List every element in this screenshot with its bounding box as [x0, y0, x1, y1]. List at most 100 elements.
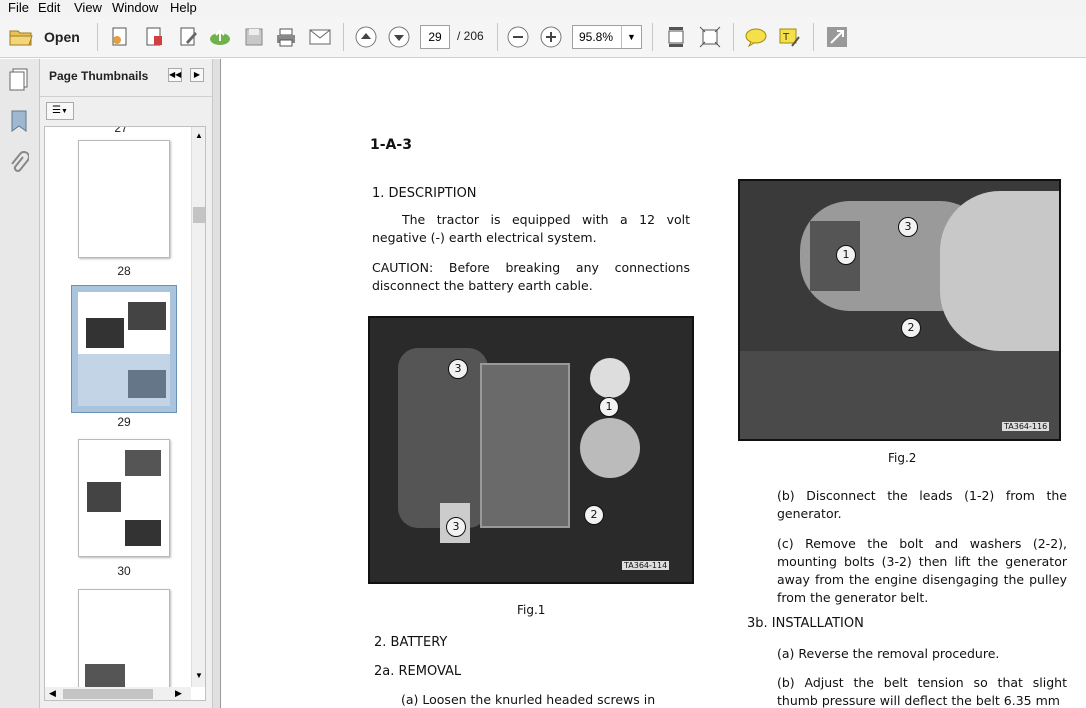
callout-3-bottom: 3	[446, 517, 466, 537]
heading-battery: 2. BATTERY	[374, 635, 448, 650]
menu-bar: File Edit View Window Help	[0, 0, 1086, 17]
chevron-down-icon: ▼	[61, 108, 68, 115]
scroll-up-icon[interactable]: ▲	[195, 131, 203, 140]
thumb-photo	[125, 450, 161, 476]
panel-splitter[interactable]	[212, 59, 220, 708]
menu-view[interactable]: View	[74, 0, 102, 15]
print-icon[interactable]	[274, 25, 298, 49]
full-screen-icon[interactable]	[825, 25, 849, 49]
install-step-a: (a) Reverse the removal procedure.	[777, 646, 1000, 661]
horizontal-scrollbar[interactable]: ◀ ▶	[45, 687, 191, 700]
open-button[interactable]: Open	[44, 29, 80, 45]
expand-right-icon[interactable]: ▶	[190, 68, 204, 82]
menu-window[interactable]: Window	[112, 0, 158, 15]
document-viewer: 1-A-3 1. DESCRIPTION The tractor is equi…	[220, 59, 1086, 708]
figure-1-photo: 3 1 3 2 TA364-114	[368, 316, 694, 584]
paragraph-removal: (a) Loosen the knurled headed screws in	[401, 692, 656, 707]
figure-1-tag: TA364-114	[622, 561, 670, 570]
thumb-photo	[87, 482, 121, 512]
thumbnail-page-31[interactable]	[78, 589, 170, 689]
paragraph-description: The tractor is equipped with a 12 volt n…	[372, 212, 690, 245]
scroll-down-icon[interactable]: ▼	[195, 671, 203, 680]
upload-cloud-icon[interactable]	[208, 25, 232, 49]
thumbnail-page-30[interactable]	[78, 439, 170, 557]
svg-text:T: T	[782, 32, 790, 43]
menu-edit[interactable]: Edit	[38, 0, 60, 15]
combine-files-icon[interactable]	[142, 25, 166, 49]
page-total: / 206	[457, 29, 484, 43]
page-number-input[interactable]: 29	[420, 25, 450, 49]
thumbnail-page-28[interactable]	[78, 140, 170, 258]
heading-description: 1. DESCRIPTION	[372, 186, 477, 201]
photo-region	[940, 191, 1059, 351]
heading-removal: 2a. REMOVAL	[374, 664, 462, 679]
thumbnail-page-29-selected[interactable]	[71, 285, 177, 413]
figure-2-photo: 3 1 2 TA364-116	[738, 179, 1061, 441]
left-rail	[0, 59, 40, 708]
open-folder-icon[interactable]	[9, 25, 33, 49]
callout-1-fig2: 1	[836, 245, 856, 265]
create-pdf-icon[interactable]	[108, 25, 132, 49]
highlight-icon[interactable]: T	[777, 25, 801, 49]
save-icon[interactable]	[242, 25, 266, 49]
page-thumbnails-icon[interactable]	[8, 67, 30, 96]
scrollbar-thumb[interactable]	[193, 207, 205, 223]
zoom-out-icon[interactable]	[506, 25, 530, 49]
scroll-right-icon[interactable]: ▶	[175, 688, 182, 699]
thumb-photo	[86, 318, 124, 348]
thumbnail-list: 27 28 29 30 ▲ ▼ ◀ ▶	[44, 126, 206, 701]
photo-region	[480, 363, 570, 528]
zoom-value: 95.8%	[579, 30, 614, 44]
callout-2: 2	[584, 505, 604, 525]
bookmark-icon[interactable]	[9, 109, 29, 138]
fit-page-icon[interactable]	[698, 25, 722, 49]
menu-help[interactable]: Help	[170, 0, 197, 15]
thumbnail-label-30: 30	[117, 564, 131, 578]
thumbnails-panel: Page Thumbnails ◀◀ ▶ ☰▼ 27 28 29 30 ▲ ▼ …	[40, 59, 212, 708]
figure-1-caption: Fig.1	[517, 603, 546, 617]
heading-installation: 3b. INSTALLATION	[747, 616, 864, 631]
thumbnail-label-27: 27	[114, 126, 128, 135]
callout-2-fig2: 2	[901, 318, 921, 338]
thumb-photo	[125, 520, 161, 546]
zoom-in-icon[interactable]	[539, 25, 563, 49]
thumb-photo	[85, 664, 125, 688]
photo-region	[580, 418, 640, 478]
options-list-icon: ☰	[52, 105, 62, 116]
thumbnail-options-button[interactable]: ☰▼	[46, 102, 74, 120]
step-c: (c) Remove the bolt and washers (2-2), m…	[777, 536, 1067, 605]
collapse-left-icon[interactable]: ◀◀	[168, 68, 182, 82]
attachment-icon[interactable]	[9, 151, 30, 180]
install-step-b: (b) Adjust the belt tension so that slig…	[777, 675, 1067, 708]
figure-2-tag: TA364-116	[1002, 422, 1050, 431]
vertical-scrollbar[interactable]: ▲ ▼	[191, 127, 205, 687]
figure-2-caption: Fig.2	[888, 451, 917, 465]
fit-width-icon[interactable]	[664, 25, 688, 49]
thumbnails-header: Page Thumbnails ◀◀ ▶	[40, 59, 212, 97]
thumbnail-label-29: 29	[117, 415, 131, 429]
menu-file[interactable]: File	[8, 0, 29, 15]
thumbnail-view-region[interactable]	[78, 354, 170, 406]
section-id: 1-A-3	[370, 137, 412, 153]
zoom-select[interactable]: 95.8% ▼	[572, 25, 642, 49]
photo-region	[590, 358, 630, 398]
caution-text: CAUTION: Before breaking any connections…	[372, 260, 690, 293]
callout-1: 1	[599, 397, 619, 417]
email-icon[interactable]	[308, 25, 332, 49]
toolbar: Open 29 / 206 95.8% ▼ T	[0, 17, 1086, 58]
scroll-left-icon[interactable]: ◀	[49, 688, 56, 699]
thumbnail-page-29-image	[78, 292, 170, 406]
step-b: (b) Disconnect the leads (1-2) from the …	[777, 488, 1067, 521]
h-scrollbar-thumb[interactable]	[63, 689, 153, 699]
callout-3-top: 3	[448, 359, 468, 379]
edit-pdf-icon[interactable]	[176, 25, 200, 49]
callout-3-fig2: 3	[898, 217, 918, 237]
next-page-icon[interactable]	[387, 25, 411, 49]
thumbnail-label-28: 28	[117, 264, 131, 278]
thumb-photo	[128, 302, 166, 330]
previous-page-icon[interactable]	[354, 25, 378, 49]
panel-title: Page Thumbnails	[49, 69, 149, 83]
comment-icon[interactable]	[744, 25, 768, 49]
photo-region	[398, 348, 488, 528]
chevron-down-icon[interactable]: ▼	[621, 26, 641, 48]
